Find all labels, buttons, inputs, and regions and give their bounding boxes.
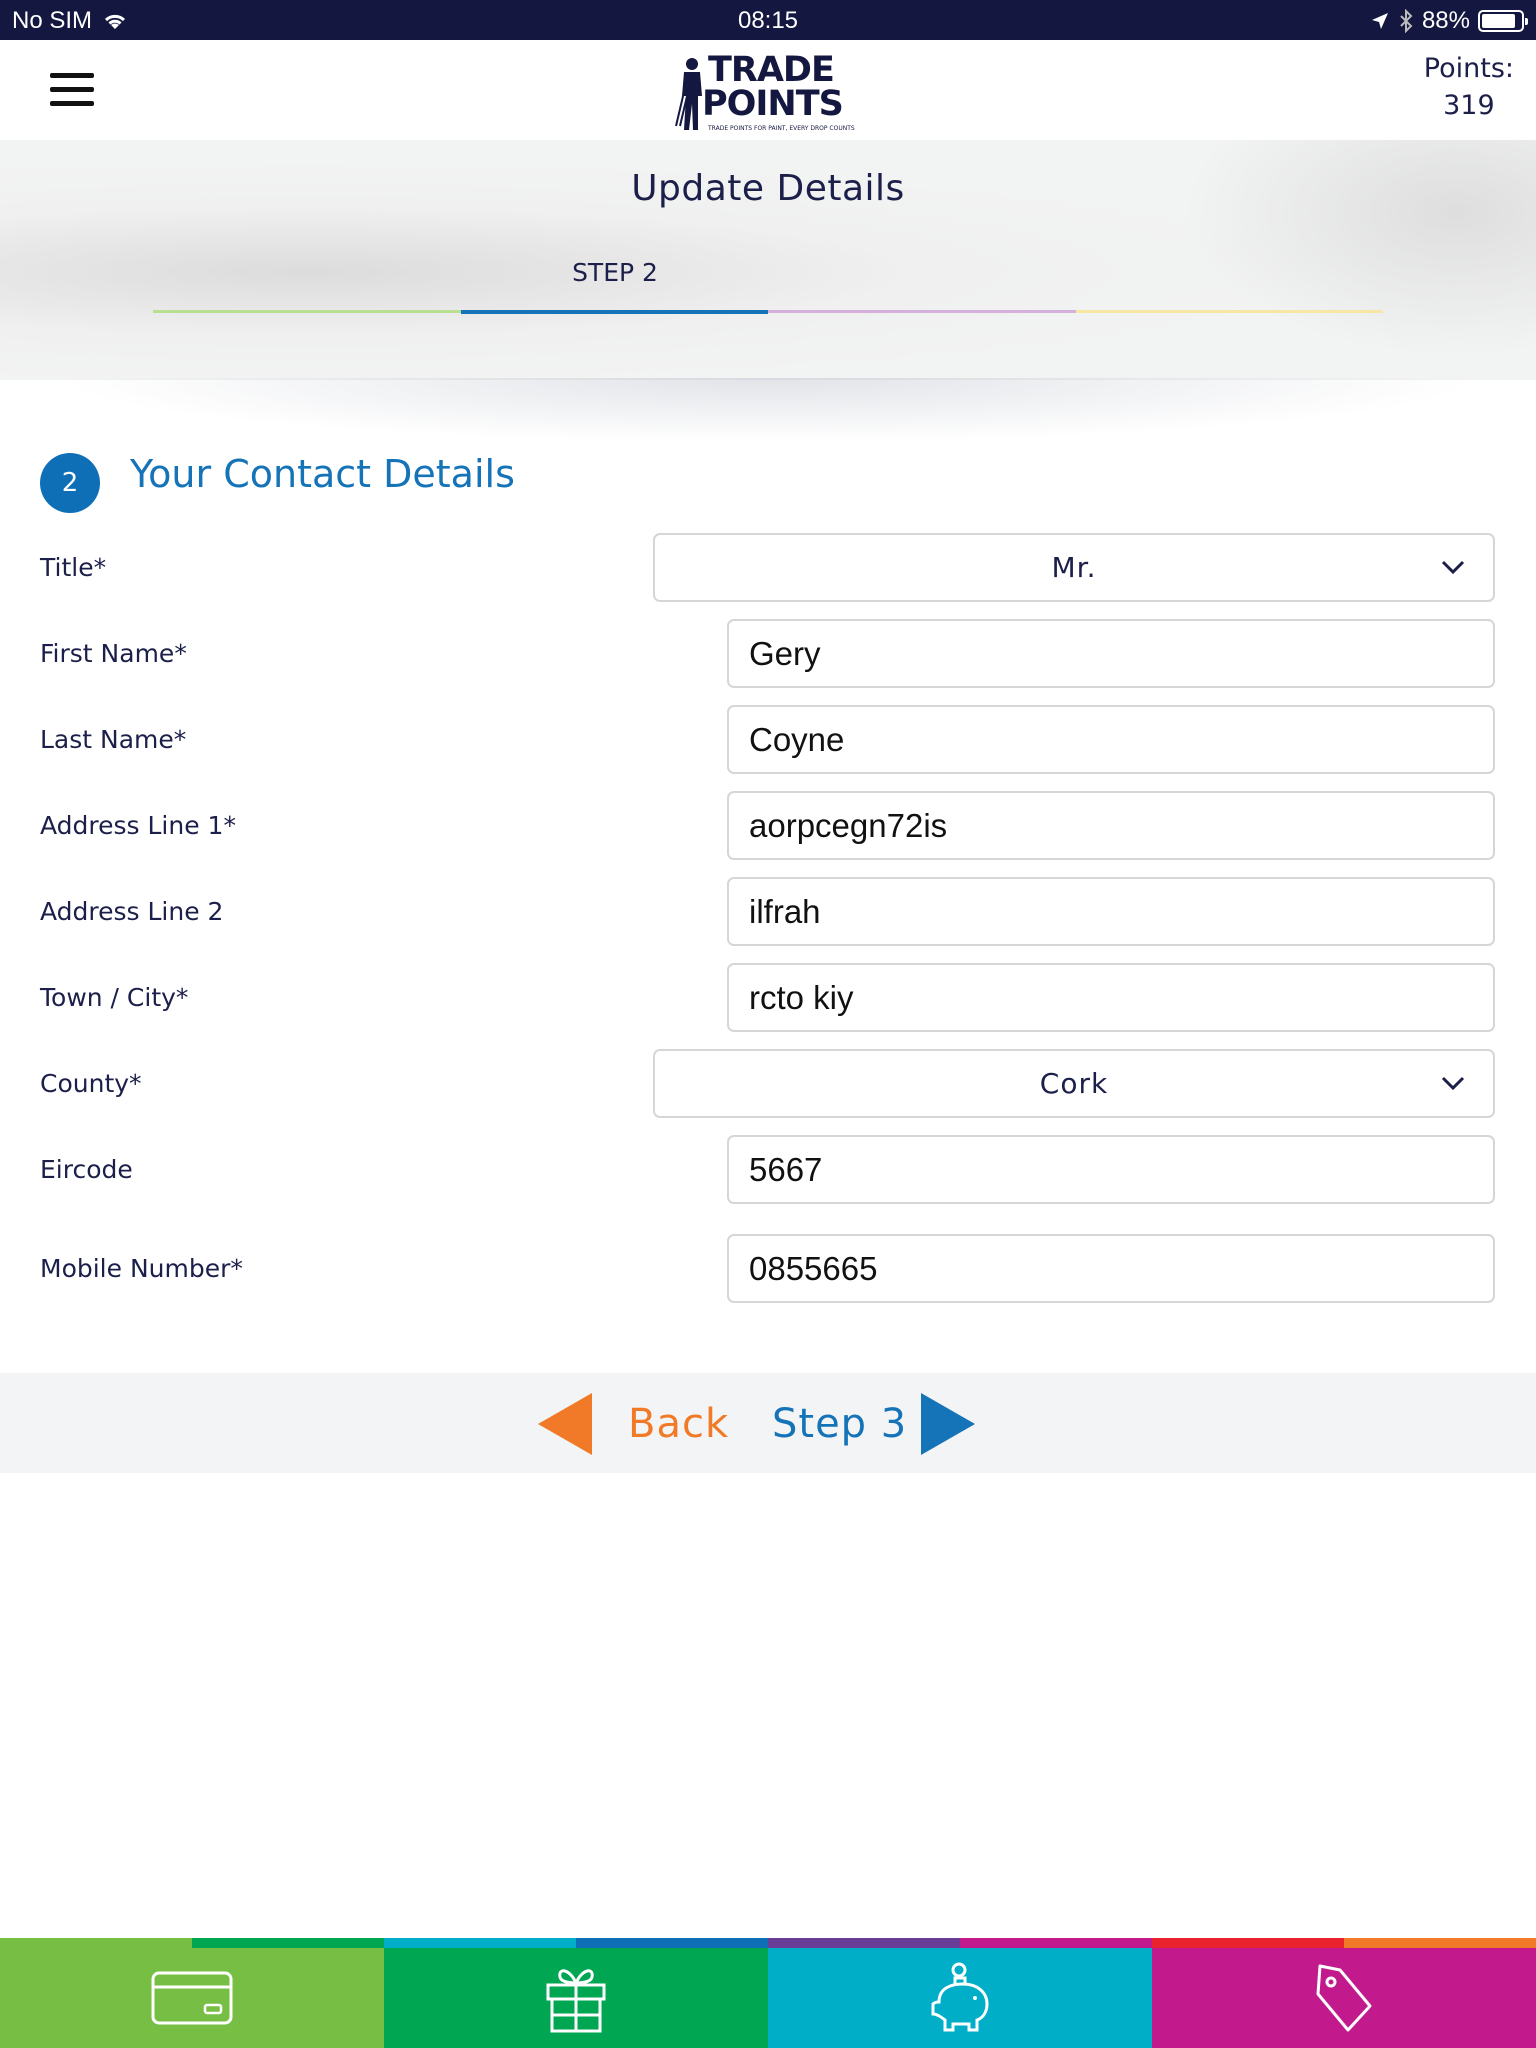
eircode-label: Eircode	[40, 1155, 133, 1184]
tab-offers[interactable]	[1152, 1948, 1536, 2048]
banner-shadow	[0, 378, 1536, 448]
step-label: STEP 2	[572, 258, 658, 287]
county-label: County*	[40, 1069, 142, 1098]
hamburger-line	[50, 73, 94, 78]
tab-savings[interactable]	[768, 1948, 1152, 2048]
stripe-segment	[576, 1938, 768, 1948]
battery-icon	[1478, 10, 1528, 32]
status-bar: No SIM 08:15 88%	[0, 0, 1536, 40]
address-line-2-label: Address Line 2	[40, 897, 224, 926]
stripe-segment	[960, 1938, 1152, 1948]
section-title: Your Contact Details	[130, 452, 515, 496]
price-tag-icon	[1316, 1964, 1372, 2032]
logo-text-points: POINTS	[702, 84, 844, 124]
next-arrow-icon	[921, 1393, 976, 1455]
section-number-badge: 2	[40, 453, 100, 513]
address-line-1-label: Address Line 1*	[40, 811, 236, 840]
address-line-2-field[interactable]: ilfrah	[727, 877, 1495, 946]
tabbar-color-stripe	[0, 1938, 1536, 1948]
location-arrow-icon	[1371, 13, 1388, 29]
eircode-row: Eircode 5667	[0, 1135, 1536, 1205]
title-select[interactable]: Mr.	[653, 533, 1495, 602]
address-line-1-field[interactable]: aorpcegn72is	[727, 791, 1495, 860]
county-select-value: Cork	[1039, 1067, 1109, 1100]
mobile-number-label: Mobile Number*	[40, 1254, 243, 1283]
last-name-label: Last Name*	[40, 725, 187, 754]
points-label: Points:	[1423, 53, 1514, 84]
step-2-segment	[460, 310, 768, 314]
step-4-segment	[1075, 310, 1383, 313]
back-label: Back	[628, 1401, 730, 1447]
page-title: Update Details	[631, 168, 905, 209]
tab-card[interactable]	[0, 1948, 384, 2048]
town-city-label: Town / City*	[40, 983, 189, 1012]
address-line-2-row: Address Line 2 ilfrah	[0, 877, 1536, 947]
points-value: 319	[1443, 90, 1495, 121]
gift-icon	[546, 1969, 606, 2033]
county-select[interactable]: Cork	[653, 1049, 1495, 1118]
mobile-number-field[interactable]: 0855665	[727, 1234, 1495, 1303]
first-name-label: First Name*	[40, 639, 187, 668]
chevron-down-icon	[1441, 560, 1465, 575]
title-row: Title* Mr.	[0, 533, 1536, 603]
bottom-tab-bar	[0, 1948, 1536, 2048]
eircode-field[interactable]: 5667	[727, 1135, 1495, 1204]
stripe-segment	[1344, 1938, 1536, 1948]
next-step-button[interactable]: Step 3	[772, 1393, 976, 1455]
tab-rewards[interactable]	[384, 1948, 768, 2048]
last-name-row: Last Name* Coyne	[0, 705, 1536, 775]
stripe-segment	[192, 1938, 384, 1948]
first-name-row: First Name* Gery	[0, 619, 1536, 689]
battery-level	[1482, 14, 1516, 28]
town-city-row: Town / City* rcto kiy	[0, 963, 1536, 1033]
town-city-field[interactable]: rcto kiy	[727, 963, 1495, 1032]
hamburger-line	[50, 87, 94, 92]
step-3-segment	[768, 310, 1076, 313]
stripe-segment	[768, 1938, 960, 1948]
app-header: TRADE POINTS TRADE POINTS FOR PAINT, EVE…	[0, 40, 1536, 140]
back-arrow-icon	[538, 1393, 592, 1455]
battery-text: 88%	[1421, 7, 1470, 34]
county-row: County* Cork	[0, 1049, 1536, 1119]
piggy-bank-icon	[931, 1962, 989, 2032]
menu-button[interactable]	[50, 73, 94, 107]
address-line-1-row: Address Line 1* aorpcegn72is	[0, 791, 1536, 861]
title-label: Title*	[40, 553, 107, 582]
stripe-segment	[384, 1938, 576, 1948]
step-progress	[153, 310, 1383, 314]
points-display: Points: 319	[1424, 50, 1514, 124]
trade-points-logo: TRADE POINTS TRADE POINTS FOR PAINT, EVE…	[672, 50, 862, 132]
page-banner: Update Details STEP 2	[0, 140, 1536, 380]
chevron-down-icon	[1441, 1076, 1465, 1091]
back-button[interactable]: Back	[538, 1393, 729, 1455]
bluetooth-icon	[1400, 9, 1413, 33]
stripe-segment	[1152, 1938, 1344, 1948]
step-1-segment	[153, 310, 461, 313]
status-right: 88%	[1370, 7, 1528, 35]
last-name-field[interactable]: Coyne	[727, 705, 1495, 774]
title-select-value: Mr.	[1051, 551, 1097, 584]
status-time: 08:15	[737, 7, 799, 34]
next-step-label: Step 3	[772, 1401, 908, 1447]
card-icon	[151, 1971, 233, 2025]
step-navigation: Back Step 3	[0, 1373, 1536, 1473]
mobile-number-row: Mobile Number* 0855665	[0, 1234, 1536, 1304]
first-name-field[interactable]: Gery	[727, 619, 1495, 688]
stripe-segment	[0, 1938, 192, 1948]
hamburger-line	[50, 101, 94, 106]
logo-tagline: TRADE POINTS FOR PAINT, EVERY DROP COUNT…	[708, 125, 855, 132]
